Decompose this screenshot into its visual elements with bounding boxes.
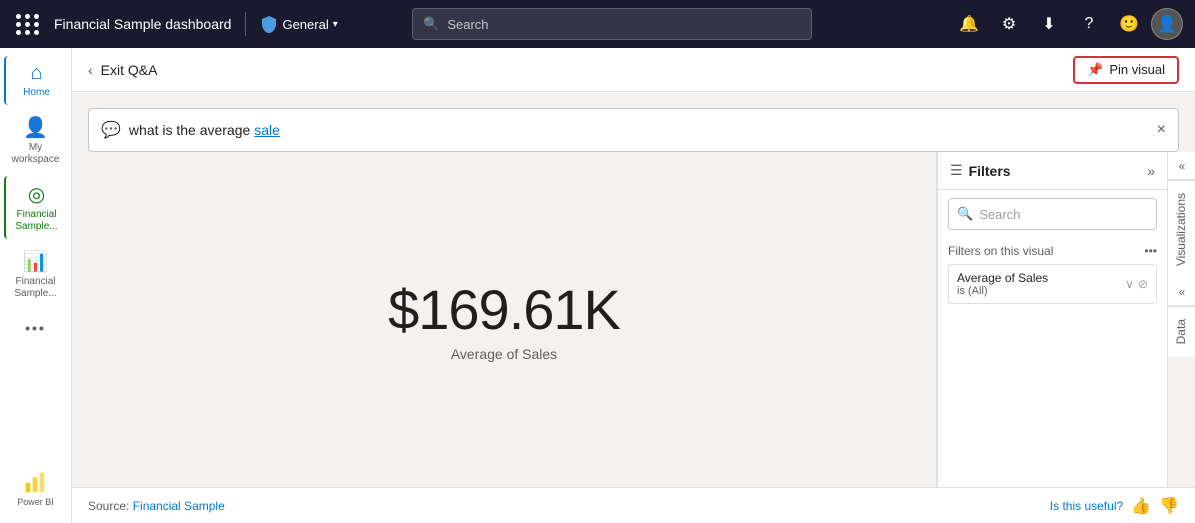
sidebar: ⌂ Home 👤 My workspace ◎ Financial Sample…	[0, 48, 72, 523]
qa-underlined-word: sale	[254, 122, 280, 138]
sidebar-powerbi: Power BI	[17, 469, 54, 515]
pin-visual-button[interactable]: 📌 Pin visual	[1073, 56, 1179, 84]
filters-title: Filters	[969, 163, 1011, 179]
nav-general-label[interactable]: General	[282, 17, 328, 32]
nav-search[interactable]: 🔍 Search	[412, 8, 812, 40]
pin-visual-label: Pin visual	[1109, 62, 1165, 77]
filter-item-icons: ∨ ⊘	[1125, 277, 1148, 291]
filters-search-placeholder: Search	[979, 207, 1020, 222]
financial-chart-icon: 📊	[23, 249, 48, 274]
filters-header-icons: »	[1147, 163, 1155, 179]
data-tab[interactable]: Data	[1168, 306, 1195, 356]
thumbs-up-icon[interactable]: 👍	[1131, 496, 1151, 516]
filters-panel: ☰ Filters » 🔍 Search Filters on this vis…	[937, 152, 1167, 487]
content-area: $169.61K Average of Sales ☰ Filters »	[72, 152, 1195, 487]
filter-item: Average of Sales is (All) ∨ ⊘	[948, 264, 1157, 304]
filters-search-icon: 🔍	[957, 206, 973, 222]
nav-search-text: Search	[447, 17, 488, 32]
sidebar-financial-1-label: Financial Sample...	[10, 209, 64, 233]
filter-item-main: Average of Sales	[957, 271, 1048, 285]
nav-icons: 🔔 ⚙ ⬇ ? 🙂 👤	[951, 6, 1183, 42]
app-grid-icon[interactable]	[12, 8, 44, 40]
right-panels: « Visualizations « Data	[1167, 152, 1195, 487]
filters-search[interactable]: 🔍 Search	[948, 198, 1157, 230]
qa-close-button[interactable]: ×	[1157, 121, 1166, 139]
visual-label: Average of Sales	[451, 346, 557, 362]
shield-icon	[260, 15, 278, 33]
my-workspace-icon: 👤	[23, 115, 48, 140]
header-bar: ‹ Exit Q&A 📌 Pin visual	[72, 48, 1195, 92]
financial-circle-icon: ◎	[28, 182, 45, 207]
qa-input-box[interactable]: 💬 what is the average sale ×	[88, 108, 1179, 152]
main-content: ‹ Exit Q&A 📌 Pin visual 💬 what is the av…	[72, 48, 1195, 523]
sidebar-item-financial-sample-1[interactable]: ◎ Financial Sample...	[4, 176, 68, 239]
filters-section-header: Filters on this visual •••	[948, 244, 1157, 258]
filter-clear-icon[interactable]: ⊘	[1138, 277, 1148, 291]
source-link[interactable]: Financial Sample	[133, 499, 225, 513]
sidebar-item-more[interactable]: •••	[4, 314, 68, 344]
sidebar-home-label: Home	[23, 87, 50, 99]
filters-section-title: Filters on this visual	[948, 244, 1053, 258]
filters-title-row: ☰ Filters	[950, 162, 1011, 179]
visual-value: $169.61K	[388, 277, 620, 342]
nav-badge[interactable]: General ▾	[260, 15, 337, 33]
pin-icon: 📌	[1087, 62, 1103, 78]
footer-feedback: Is this useful? 👍 👎	[1050, 496, 1179, 516]
chat-icon: 💬	[101, 120, 121, 140]
download-button[interactable]: ⬇	[1031, 6, 1067, 42]
exit-qa-label: Exit Q&A	[101, 62, 158, 78]
filter-chevron-down-icon[interactable]: ∨	[1125, 277, 1134, 291]
feedback-text: Is this useful?	[1050, 499, 1123, 513]
collapse-data-button[interactable]: «	[1168, 278, 1195, 306]
user-avatar[interactable]: 👤	[1151, 8, 1183, 40]
powerbi-label: Power BI	[17, 497, 54, 507]
qa-input-text[interactable]: what is the average sale	[129, 122, 1149, 138]
sidebar-item-my-workspace[interactable]: 👤 My workspace	[4, 109, 68, 172]
sidebar-financial-2-label: Financial Sample...	[8, 276, 64, 300]
filter-item-sub: is (All)	[957, 285, 1048, 297]
visualizations-tab[interactable]: Visualizations	[1168, 180, 1195, 278]
nav-divider	[245, 12, 246, 36]
filters-expand-icon[interactable]: »	[1147, 163, 1155, 179]
qa-area: 💬 what is the average sale ×	[72, 92, 1195, 152]
help-button[interactable]: ?	[1071, 6, 1107, 42]
more-icon: •••	[25, 320, 46, 336]
sidebar-item-financial-sample-2[interactable]: 📊 Financial Sample...	[4, 243, 68, 306]
filters-header: ☰ Filters »	[938, 152, 1167, 190]
filter-item-content: Average of Sales is (All)	[957, 271, 1048, 297]
filters-section-more-icon[interactable]: •••	[1144, 244, 1157, 258]
filter-funnel-icon: ☰	[950, 162, 963, 179]
home-icon: ⌂	[30, 62, 42, 85]
app-body: ⌂ Home 👤 My workspace ◎ Financial Sample…	[0, 48, 1195, 523]
powerbi-logo-icon	[21, 469, 49, 497]
visual-area: $169.61K Average of Sales	[72, 152, 936, 487]
app-title: Financial Sample dashboard	[54, 16, 231, 32]
footer-source: Source: Financial Sample	[88, 499, 225, 513]
settings-button[interactable]: ⚙	[991, 6, 1027, 42]
sidebar-my-workspace-label: My workspace	[8, 142, 64, 166]
feedback-button[interactable]: 🙂	[1111, 6, 1147, 42]
notification-button[interactable]: 🔔	[951, 6, 987, 42]
search-icon: 🔍	[423, 16, 439, 32]
top-nav: Financial Sample dashboard General ▾ 🔍 S…	[0, 0, 1195, 48]
footer-bar: Source: Financial Sample Is this useful?…	[72, 487, 1195, 523]
header-left: ‹ Exit Q&A	[88, 62, 157, 78]
collapse-visualizations-button[interactable]: «	[1168, 152, 1195, 180]
back-button[interactable]: ‹	[88, 62, 93, 78]
sidebar-item-home[interactable]: ⌂ Home	[4, 56, 68, 105]
thumbs-down-icon[interactable]: 👎	[1159, 496, 1179, 516]
source-prefix: Source:	[88, 499, 133, 513]
filters-section: Filters on this visual ••• Average of Sa…	[938, 238, 1167, 310]
chevron-down-icon: ▾	[333, 19, 338, 30]
